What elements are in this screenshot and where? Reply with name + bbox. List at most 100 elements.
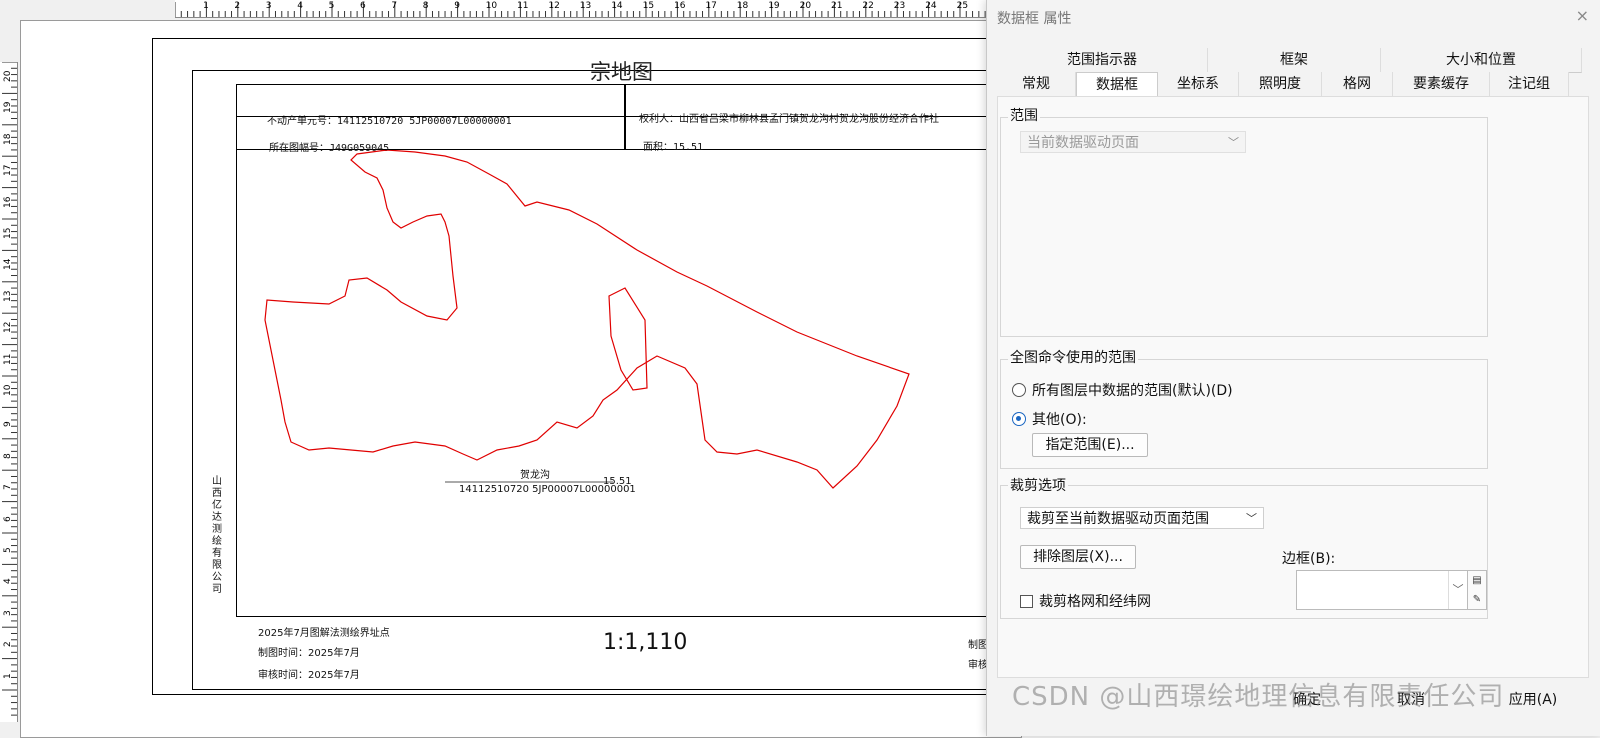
ruler-label: 5: [328, 1, 335, 11]
parcel-map: [264, 150, 910, 489]
draw-label-right: 制图: [968, 640, 988, 651]
properties-icon[interactable]: ▤: [1468, 571, 1486, 590]
tab-size-position[interactable]: 大小和位置: [1381, 48, 1582, 73]
ruler-label: 17: [3, 164, 13, 177]
map-area[interactable]: 贺龙沟 15.51 14112510720 5JP00007L00000001: [236, 150, 1018, 617]
tab-content: 范围 当前数据驱动页面 ﹀ 全图命令使用的范围 所有图层中数据的范围(默认)(D…: [997, 96, 1589, 678]
ruler-label: 8: [3, 453, 13, 459]
ruler-label: 12: [3, 321, 13, 334]
tab-general[interactable]: 常规: [997, 72, 1076, 97]
radio-other-label: 其他(O):: [1032, 412, 1087, 428]
tab-data-frame[interactable]: 数据框: [1076, 72, 1158, 98]
clip-combo-value: 裁剪至当前数据驱动页面范围: [1027, 511, 1209, 527]
radio-circle-icon: [1012, 383, 1026, 397]
right-holder: 权利人：山西省吕梁市柳林县孟门镇贺龙沟村贺龙沟股份经济合作社: [639, 114, 939, 125]
data-frame-properties-dialog: 数据框 属性 × 范围指示器 框架 大小和位置 常规 数据框 坐标系 照明度 格…: [986, 0, 1600, 736]
ruler-label: 4: [297, 1, 303, 11]
ruler-label: 7: [391, 1, 398, 11]
ruler-label: 8: [422, 1, 429, 11]
chevron-down-icon: ﹀: [1228, 136, 1239, 149]
ruler-label: 14: [3, 258, 13, 271]
ruler-label: 15: [642, 1, 655, 11]
radio-selected-icon: [1012, 412, 1026, 426]
ruler-label: 1: [3, 672, 13, 679]
ruler-label: 9: [454, 1, 460, 11]
review-time: 审核时间：2025年7月: [258, 670, 360, 681]
ruler-label: 20: [799, 1, 812, 11]
style-icon[interactable]: ✎: [1468, 590, 1486, 609]
ruler-label: 15: [3, 227, 13, 239]
border-selector[interactable]: ﹀: [1296, 570, 1468, 610]
ruler-label: 7: [3, 484, 13, 491]
ruler-label: 11: [517, 1, 529, 11]
tab-extent-indicator[interactable]: 范围指示器: [997, 48, 1208, 73]
ruler-label: 13: [3, 290, 13, 302]
review-label-right: 审核: [968, 660, 988, 671]
border-tools: ▤ ✎: [1467, 570, 1487, 610]
specify-extent-button[interactable]: 指定范围(E)...: [1032, 433, 1148, 457]
ruler-label: 19: [3, 101, 13, 114]
checkbox-icon: [1020, 594, 1033, 608]
ruler-label: 6: [360, 1, 366, 11]
ruler-label: 19: [768, 1, 780, 11]
excluded-strip: [608, 287, 648, 391]
ruler-label: 18: [736, 1, 749, 11]
full-extent-label: 全图命令使用的范围: [1008, 347, 1138, 367]
radio-all-layers[interactable]: 所有图层中数据的范围(默认)(D): [1012, 380, 1233, 400]
tab-coordinate-system[interactable]: 坐标系: [1158, 72, 1239, 97]
ruler-label: 18: [3, 133, 13, 145]
radio-all-layers-label: 所有图层中数据的范围(默认)(D): [1032, 383, 1233, 399]
parcel-code: 14112510720 5JP00007L00000001: [459, 484, 636, 495]
tab-illumination[interactable]: 照明度: [1239, 72, 1322, 97]
close-icon[interactable]: ×: [1576, 6, 1589, 25]
ruler-label: 10: [485, 1, 498, 11]
ruler-label: 12: [548, 1, 560, 11]
ruler-label: 16: [674, 1, 686, 11]
ruler-label: 16: [3, 196, 13, 208]
ruler-label: 13: [579, 1, 592, 11]
tabs-row-bottom: 常规 数据框 坐标系 照明度 格网 要素缓存 注记组: [997, 72, 1569, 98]
clip-grid-checkbox[interactable]: 裁剪格网和经纬网: [1020, 591, 1151, 611]
ruler-label: 22: [862, 1, 874, 11]
clip-combo[interactable]: 裁剪至当前数据驱动页面范围 ﹀: [1020, 507, 1264, 529]
info-table[interactable]: 不动产单元号：14112510720 5JP00007L00000001 所在图…: [236, 84, 1018, 154]
parcel-name: 贺龙沟: [520, 470, 550, 481]
ruler-label: 25: [956, 1, 969, 11]
apply-button[interactable]: 应用(A): [1493, 688, 1573, 714]
table-divider: [624, 85, 626, 149]
ruler-label: 11: [3, 353, 13, 365]
exclude-layers-button[interactable]: 排除图层(X)...: [1020, 545, 1136, 569]
parcel-boundary: [264, 150, 910, 489]
radio-other[interactable]: 其他(O):: [1012, 409, 1087, 429]
ruler-label: 4: [3, 578, 13, 585]
ruler-label: 21: [831, 1, 843, 11]
unit-number: 不动产单元号：14112510720 5JP00007L00000001: [267, 116, 512, 127]
ruler-label: 17: [705, 1, 717, 11]
tab-grids[interactable]: 格网: [1322, 72, 1393, 97]
clip-label: 裁剪选项: [1008, 475, 1068, 495]
survey-note: 2025年7月图解法测绘界址点: [258, 628, 390, 639]
clip-grid-label: 裁剪格网和经纬网: [1039, 594, 1151, 610]
ruler-label: 10: [3, 384, 13, 396]
tab-annotation-groups[interactable]: 注记组: [1490, 72, 1569, 97]
tab-frame[interactable]: 框架: [1208, 48, 1381, 73]
border-label: 边框(B):: [1282, 551, 1336, 567]
company-name: 山西亿达测绘有限公司: [212, 476, 222, 595]
ruler-label: 20: [3, 70, 13, 82]
tabs-row-top: 范围指示器 框架 大小和位置: [997, 48, 1582, 73]
chevron-down-icon[interactable]: ﹀: [1448, 571, 1467, 609]
extent-label: 范围: [1008, 105, 1040, 125]
scale-text[interactable]: 1:1,110: [603, 630, 687, 655]
chevron-down-icon: ﹀: [1246, 512, 1257, 525]
ruler-label: 14: [611, 1, 623, 11]
tab-feature-cache[interactable]: 要素缓存: [1393, 72, 1490, 97]
map-title[interactable]: 宗地图: [590, 56, 653, 86]
left-ruler: 20 19 18 17 16 15 14 13 12 11 10 9 8 7 6 5 4 3 2 1: [0, 62, 18, 722]
ruler-label: 24: [925, 1, 937, 11]
dialog-title: 数据框 属性: [997, 11, 1072, 27]
top-ruler: 1 2 3 4 5 6 7 8 9 10 11 12 13 14 15 16 17 18 19 20 21 22 23 24 2…: [175, 0, 1025, 18]
draw-time: 制图时间：2025年7月: [258, 648, 360, 659]
ruler-label: 6: [3, 515, 13, 522]
ruler-label: 23: [893, 1, 906, 11]
ruler-label: 2: [3, 641, 13, 648]
